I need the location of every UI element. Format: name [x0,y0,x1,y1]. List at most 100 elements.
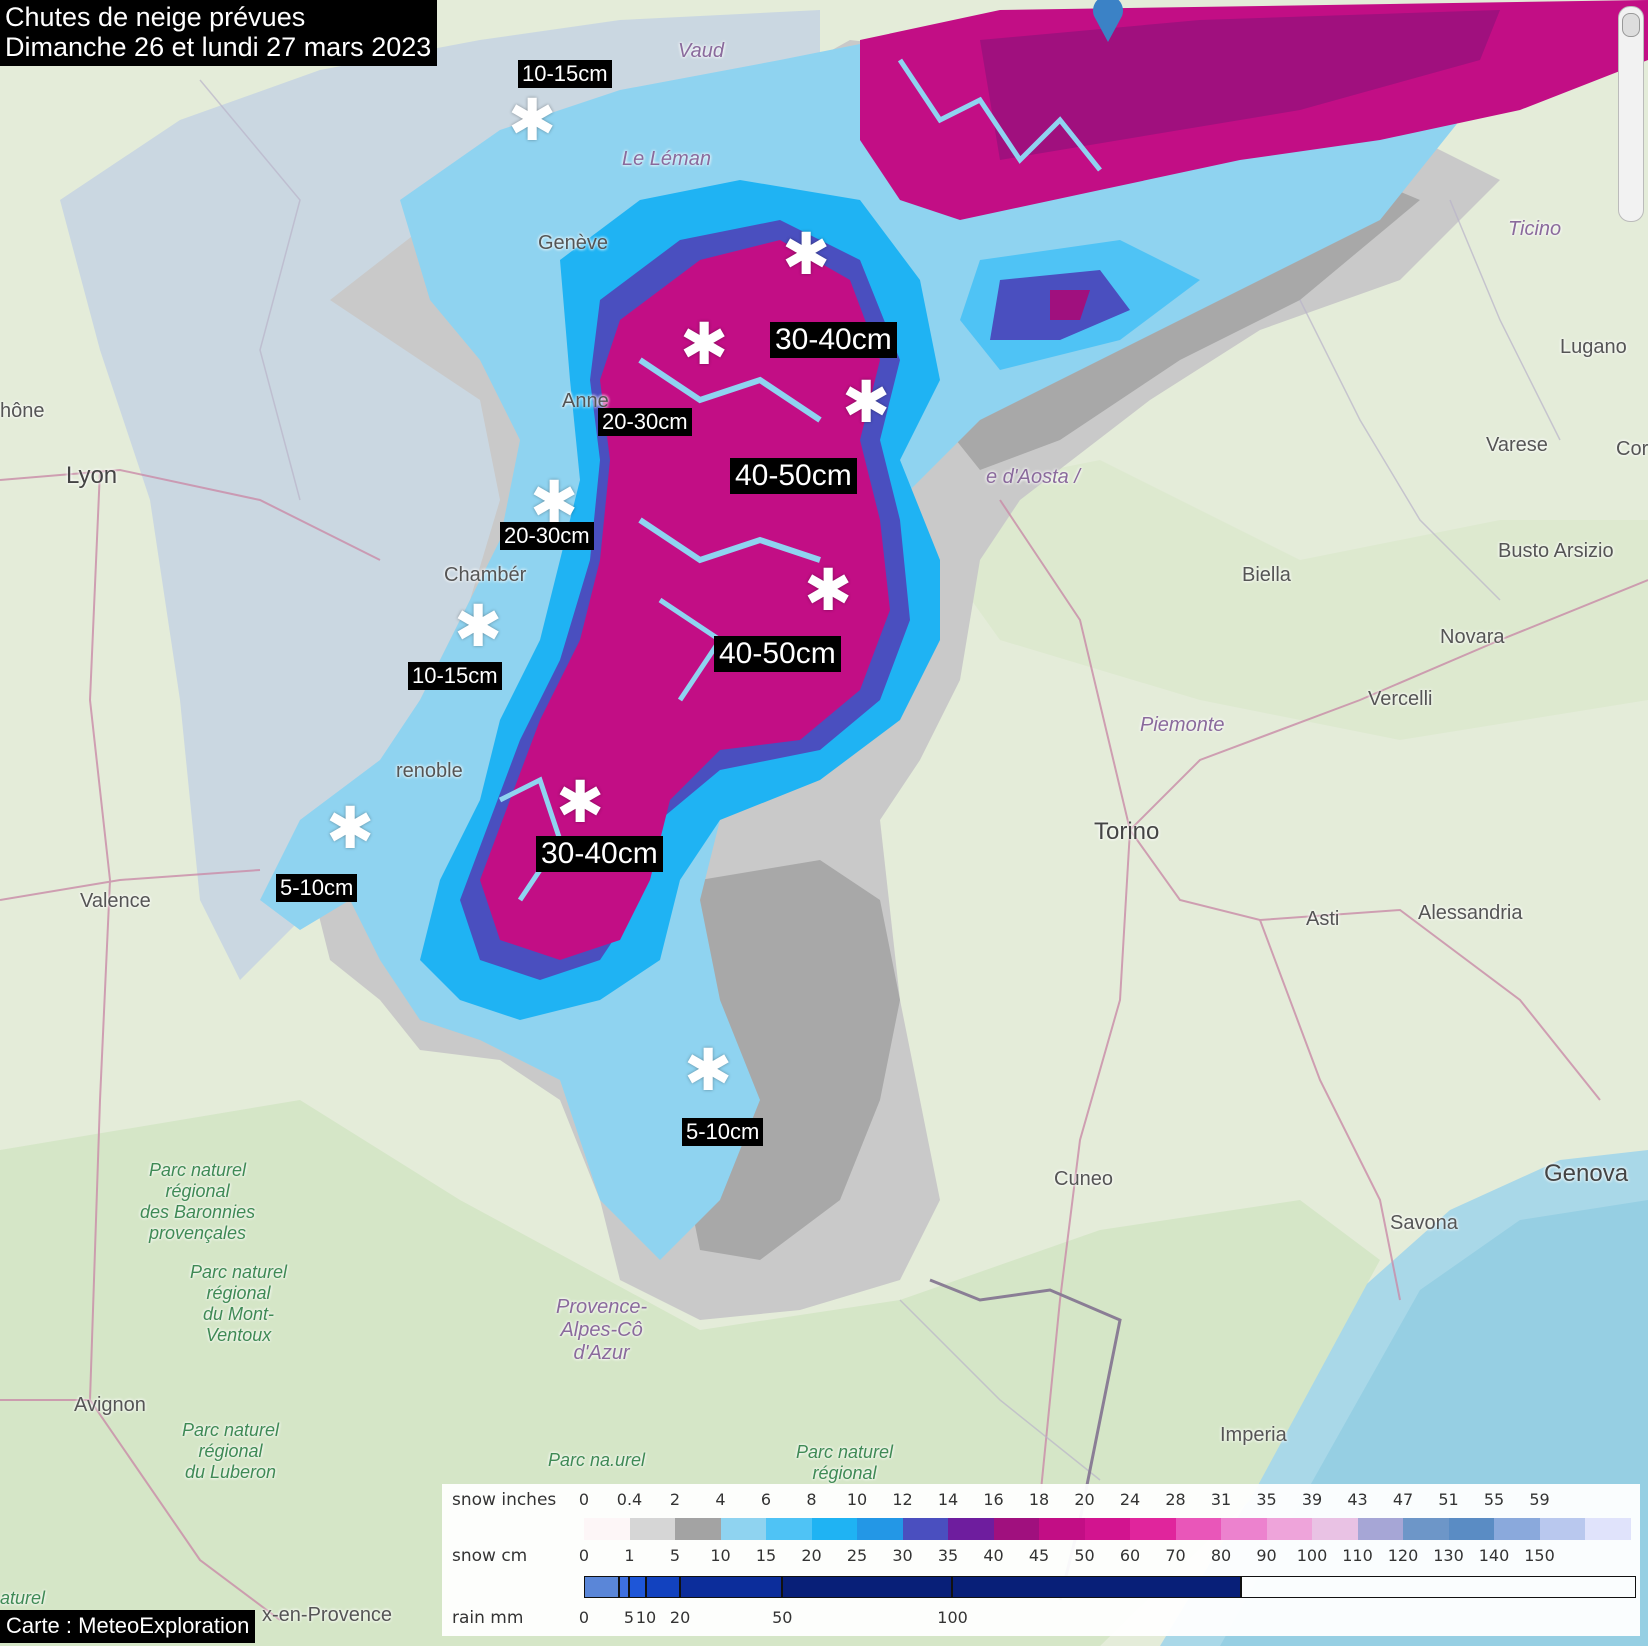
place-vaud: Vaud [678,40,724,62]
snow-amount-label: 10-15cm [518,60,612,88]
legend-swatch [675,1518,721,1540]
legend-cm-tick: 35 [937,1546,959,1565]
legend-swatch [766,1518,812,1540]
snow-amount-label: 30-40cm [536,836,663,872]
legend-inch-tick: 39 [1301,1490,1323,1509]
place-parc-naturel-bottom: Parc na.urel [548,1450,646,1470]
legend-swatch [1494,1518,1540,1540]
legend-cm-tick: 45 [1028,1546,1050,1565]
legend-cm-tick: 5 [669,1546,681,1565]
snow-amount-label: 40-50cm [730,458,857,494]
map-credit: Carte : MeteoExploration [0,1610,256,1643]
place-avignon: Avignon [74,1394,146,1416]
snowflake-icon: ✱ [841,368,891,436]
legend-cm-tick: 1 [624,1546,635,1565]
location-pin-icon[interactable] [1088,0,1128,44]
legend-swatch [902,1518,948,1540]
legend-swatch [1221,1518,1267,1540]
legend-rain-scale [584,1576,1636,1598]
place-piemonte: Piemonte [1140,714,1225,736]
legend-cm-tick: 150 [1524,1546,1555,1565]
place-valence: Valence [80,890,151,912]
place-lyon: Lyon [66,462,118,489]
place-parc-naturel-regional-bottom: Parc naturel régional [796,1442,894,1483]
legend-swatch [1039,1518,1085,1540]
place-parc-left: aturel [0,1588,46,1608]
legend-rain-segment [681,1577,783,1597]
snow-amount-label: 5-10cm [682,1118,764,1146]
legend-inch-tick: 14 [937,1490,959,1509]
legend-snow-inches-label: snow inches [452,1490,557,1510]
zoom-scroll-thumb[interactable] [1622,13,1640,37]
place-parc-luberon: Parc naturel régional du Luberon [182,1420,280,1482]
title-line-2: Dimanche 26 et lundi 27 mars 2023 [5,32,432,62]
snowflake-icon: ✱ [683,1036,733,1104]
place-alessandria: Alessandria [1418,902,1523,924]
legend-rain-tick: 50 [772,1608,793,1627]
legend-cm-tick: 70 [1165,1546,1186,1565]
place-vercelli: Vercelli [1368,688,1433,710]
legend-cm-tick: 90 [1256,1546,1277,1565]
legend-swatch [1084,1518,1130,1540]
legend-inch-tick: 31 [1210,1490,1232,1509]
legend-swatch [1175,1518,1221,1540]
snowflake-icon: ✱ [325,794,375,862]
legend-inch-tick: 43 [1347,1490,1368,1509]
legend-inch-tick: 16 [983,1490,1004,1509]
legend-inch-tick: 59 [1529,1490,1550,1509]
place-aosta: e d'Aosta / [986,466,1080,488]
legend-cm-tick: 100 [1296,1546,1328,1565]
legend-inch-tick: 51 [1438,1490,1459,1509]
legend-inch-tick: 2 [669,1490,681,1509]
place-parc-baronnies: Parc naturel régional des Baronnies prov… [140,1160,256,1243]
snow-amount-label: 40-50cm [714,636,841,672]
legend-rain-tick: 10 [635,1608,657,1627]
snow-amount-label: 30-40cm [770,322,897,358]
place-geneve: Genève [538,232,609,254]
legend-cm-tick: 80 [1210,1546,1232,1565]
snow-amount-label: 10-15cm [408,662,502,690]
legend-inch-tick: 4 [715,1490,726,1509]
snowflake-icon: ✱ [679,310,729,378]
legend-inch-tick: 28 [1165,1490,1186,1509]
legend-inch-tick: 24 [1119,1490,1141,1509]
legend-inch-tick: 18 [1028,1490,1050,1509]
title-line-1: Chutes de neige prévues [5,2,306,32]
legend-swatch [811,1518,857,1540]
legend-rain-segment [630,1577,647,1597]
legend-cm-tick: 30 [892,1546,913,1565]
legend-swatch [993,1518,1039,1540]
legend-inch-tick: 55 [1483,1490,1505,1509]
legend-swatch [1130,1518,1176,1540]
legend-rain-segment [585,1577,620,1597]
place-provence-alpes: Provence- Alpes-Cô d'Azur [556,1296,648,1364]
snowflake-icon: ✱ [781,220,831,288]
legend-snow-cm-label: snow cm [452,1546,528,1566]
snow-amount-label: 20-30cm [598,408,692,436]
place-imperia: Imperia [1220,1424,1287,1446]
legend-cm-tick: 120 [1387,1546,1419,1565]
place-lugano: Lugano [1560,336,1627,358]
legend-rain-mm-label: rain mm [452,1608,524,1628]
legend-swatch [1539,1518,1585,1540]
legend-swatch [1266,1518,1312,1540]
legend-inch-tick: 10 [846,1490,868,1509]
legend-cm-tick: 20 [801,1546,822,1565]
snow-amount-label: 20-30cm [500,522,594,550]
legend-rain-tick: 0 [578,1608,590,1627]
legend-cm-tick: 40 [983,1546,1004,1565]
place-como: Cor [1616,438,1648,460]
legend-cm-tick: 110 [1342,1546,1373,1565]
place-genova: Genova [1544,1160,1629,1187]
legend-cm-tick: 15 [755,1546,777,1565]
place-parc-mont-ventoux: Parc naturel régional du Mont- Ventoux [190,1262,288,1345]
legend-inch-tick: 35 [1256,1490,1277,1509]
legend-swatch [629,1518,675,1540]
legend-cm-tick: 25 [846,1546,868,1565]
legend-rain-segment [647,1577,681,1597]
place-grenoble: renoble [396,760,463,782]
zoom-scrollbar[interactable] [1618,6,1644,222]
place-chambery: Chambér [444,564,527,586]
legend-inch-tick: 20 [1074,1490,1095,1509]
legend-cm-tick: 60 [1119,1546,1141,1565]
